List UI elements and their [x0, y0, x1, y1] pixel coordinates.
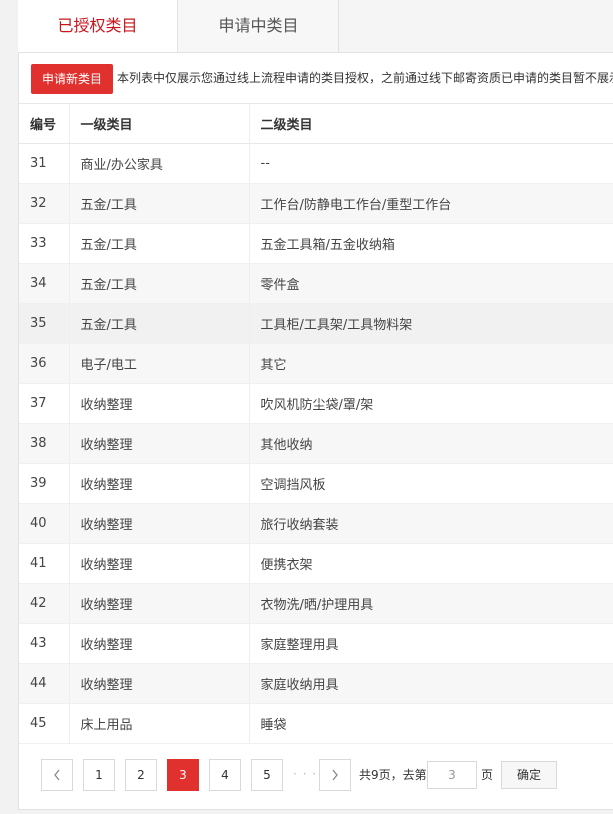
cell-level1-category: 收纳整理 [68, 583, 249, 624]
chevron-left-icon [54, 769, 60, 781]
cell-id: 36 [19, 343, 69, 384]
page-button-4[interactable]: 4 [209, 759, 241, 791]
goto-page-input[interactable] [427, 761, 477, 789]
cell-level1-category: 五金/工具 [68, 183, 249, 224]
cell-level2-category: 家庭整理用具 [248, 623, 613, 664]
table-row: 35 五金/工具 工具柜/工具架/工具物料架 [19, 303, 613, 344]
table-body: 31 商业/办公家具 -- 32 五金/工具 工作台/防静电工作台/重型工作台 33 五金/工… [19, 143, 613, 744]
cell-level1-category: 收纳整理 [68, 663, 249, 704]
cell-level1-category: 五金/工具 [68, 303, 249, 344]
cell-id: 35 [19, 303, 69, 344]
cell-level1-category: 收纳整理 [68, 543, 249, 584]
cell-level2-category: 衣物洗/晒/护理用具 [248, 583, 613, 624]
column-header-level2: 二级类目 [248, 103, 613, 144]
page-button-3-current[interactable]: 3 [167, 759, 199, 791]
table-row: 45 床上用品 睡袋 [19, 703, 613, 744]
cell-level1-category: 五金/工具 [68, 223, 249, 264]
cell-level1-category: 五金/工具 [68, 263, 249, 304]
cell-level2-category: 吹风机防尘袋/罩/架 [248, 383, 613, 424]
cell-level2-category: 旅行收纳套装 [248, 503, 613, 544]
chevron-right-icon [332, 769, 338, 781]
cell-level1-category: 床上用品 [68, 703, 249, 744]
total-pages-text: 共9页，去第 [359, 768, 427, 782]
prev-page-button[interactable] [41, 759, 73, 791]
cell-level2-category: 便携衣架 [248, 543, 613, 584]
cell-id: 33 [19, 223, 69, 264]
cell-level2-category: 睡袋 [248, 703, 613, 744]
tab-authorized[interactable]: 已授权类目 [18, 0, 178, 52]
cell-id: 40 [19, 503, 69, 544]
cell-level1-category: 收纳整理 [68, 503, 249, 544]
notice-text: 本列表中仅展示您通过线上流程申请的类目授权，之前通过线下邮寄资质已申请的类目暂不… [117, 71, 613, 85]
cell-level2-category: 家庭收纳用具 [248, 663, 613, 704]
category-panel: 申请新类目 本列表中仅展示您通过线上流程申请的类目授权，之前通过线下邮寄资质已申… [18, 52, 613, 810]
cell-level2-category: 空调挡风板 [248, 463, 613, 504]
cell-level2-category: -- [248, 143, 613, 184]
page-suffix-text: 页 [481, 768, 494, 782]
table-row: 42 收纳整理 衣物洗/晒/护理用具 [19, 583, 613, 624]
pagination-ellipsis: · · · [293, 767, 318, 781]
table-row: 41 收纳整理 便携衣架 [19, 543, 613, 584]
cell-id: 43 [19, 623, 69, 664]
table-row: 38 收纳整理 其他收纳 [19, 423, 613, 464]
cell-level1-category: 电子/电工 [68, 343, 249, 384]
table-row: 36 电子/电工 其它 [19, 343, 613, 384]
column-header-id: 编号 [19, 103, 69, 144]
cell-id: 37 [19, 383, 69, 424]
cell-id: 32 [19, 183, 69, 224]
page-button-5[interactable]: 5 [251, 759, 283, 791]
table-row: 40 收纳整理 旅行收纳套装 [19, 503, 613, 544]
cell-id: 31 [19, 143, 69, 184]
cell-level2-category: 其它 [248, 343, 613, 384]
table-row: 44 收纳整理 家庭收纳用具 [19, 663, 613, 704]
next-page-button[interactable] [319, 759, 351, 791]
table-row: 31 商业/办公家具 -- [19, 143, 613, 184]
cell-level2-category: 工作台/防静电工作台/重型工作台 [248, 183, 613, 224]
cell-id: 38 [19, 423, 69, 464]
table-row: 34 五金/工具 零件盒 [19, 263, 613, 304]
page-button-1[interactable]: 1 [83, 759, 115, 791]
cell-id: 45 [19, 703, 69, 744]
table-row: 39 收纳整理 空调挡风板 [19, 463, 613, 504]
table-row: 32 五金/工具 工作台/防静电工作台/重型工作台 [19, 183, 613, 224]
cell-level2-category: 其他收纳 [248, 423, 613, 464]
table-header-row: 编号 一级类目 二级类目 [19, 103, 613, 144]
table-row: 37 收纳整理 吹风机防尘袋/罩/架 [19, 383, 613, 424]
pagination: 1 2 3 4 5 · · · 共9页，去第 页 确定 [41, 759, 601, 791]
cell-level1-category: 收纳整理 [68, 623, 249, 664]
category-tabs: 已授权类目 申请中类目 [18, 0, 613, 52]
table-row: 43 收纳整理 家庭整理用具 [19, 623, 613, 664]
cell-level1-category: 商业/办公家具 [68, 143, 249, 184]
cell-level1-category: 收纳整理 [68, 383, 249, 424]
table-row: 33 五金/工具 五金工具箱/五金收纳箱 [19, 223, 613, 264]
cell-level2-category: 工具柜/工具架/工具物料架 [248, 303, 613, 344]
confirm-goto-button[interactable]: 确定 [501, 761, 557, 789]
page-button-2[interactable]: 2 [125, 759, 157, 791]
cell-level1-category: 收纳整理 [68, 463, 249, 504]
cell-level2-category: 零件盒 [248, 263, 613, 304]
cell-id: 42 [19, 583, 69, 624]
cell-id: 34 [19, 263, 69, 304]
tab-pending[interactable]: 申请中类目 [179, 0, 339, 52]
cell-level1-category: 收纳整理 [68, 423, 249, 464]
category-table: 编号 一级类目 二级类目 31 商业/办公家具 -- 32 五金/工具 工作台/防静电工作… [19, 103, 613, 744]
column-header-level1: 一级类目 [68, 103, 249, 144]
cell-level2-category: 五金工具箱/五金收纳箱 [248, 223, 613, 264]
cell-id: 41 [19, 543, 69, 584]
toolbar: 申请新类目 本列表中仅展示您通过线上流程申请的类目授权，之前通过线下邮寄资质已申… [19, 53, 613, 103]
cell-id: 44 [19, 663, 69, 704]
cell-id: 39 [19, 463, 69, 504]
apply-new-category-button[interactable]: 申请新类目 [31, 64, 113, 94]
